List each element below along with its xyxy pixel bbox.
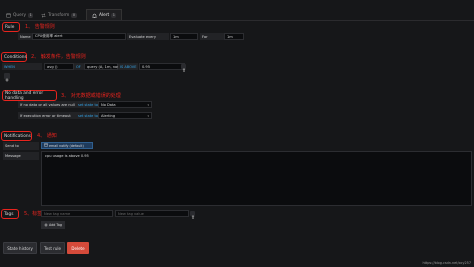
conditions-annotation: 2、 触发条件，告警规则 <box>31 54 86 60</box>
nodata-state-value: No Data <box>101 102 116 107</box>
notification-channel-chip[interactable]: email notify (default) <box>41 142 93 149</box>
condition-reducer-select[interactable]: avg () <box>44 63 74 70</box>
tab-transform-count: 0 <box>71 12 77 18</box>
nodata-state-select[interactable]: No Data ▾ <box>98 101 152 108</box>
evaluate-every-input[interactable]: 1m <box>170 33 198 40</box>
error-state-value: Alerting <box>101 113 116 118</box>
notification-channel-label: email notify (default) <box>49 143 84 148</box>
send-to-label: Send to <box>3 142 39 150</box>
conditions-section-label: Conditions <box>4 54 27 60</box>
tag-name-input[interactable]: New tag name <box>41 210 113 217</box>
tab-query-label: Query <box>13 12 27 18</box>
tags-section-label: Tags <box>4 211 14 217</box>
rule-name-input[interactable]: CPU使用率 alert <box>32 33 126 40</box>
envelope-icon <box>44 143 48 148</box>
tab-alert-count: 1 <box>111 13 117 18</box>
bell-icon <box>92 13 97 18</box>
tab-transform-label: Transform <box>48 12 70 18</box>
error-set-state-label: set state to <box>76 112 98 119</box>
transform-icon <box>41 12 46 18</box>
nodata-annotation: 3、 对无数据或错误的处理 <box>61 93 121 99</box>
error-state-select[interactable]: Alerting ▾ <box>98 112 152 119</box>
nodata-section-heading: No data and error handling <box>2 90 57 101</box>
database-icon <box>6 12 11 18</box>
test-rule-button[interactable]: Test rule <box>40 242 65 254</box>
for-input[interactable]: 1m <box>224 33 244 40</box>
message-textarea[interactable]: cpu usage is above 0.95 <box>41 151 472 206</box>
tags-annotation: 5、标签 <box>24 211 43 217</box>
remove-tag-button[interactable] <box>190 211 195 219</box>
rule-section-label: Rule <box>5 24 15 30</box>
condition-comparator-select[interactable]: IS ABOVE <box>118 63 138 70</box>
watermark: https://blog.csdn.net/xcy257 <box>422 261 471 265</box>
evaluate-every-label: Evaluate every <box>127 33 169 40</box>
notifications-annotation: 4、 通知 <box>37 133 57 139</box>
rule-section-heading: Rule <box>2 22 20 32</box>
add-tag-label: Add Tag <box>49 223 63 227</box>
nodata-section-label: No data and error handling <box>5 90 44 101</box>
for-label: For <box>200 33 224 40</box>
tags-section-heading: Tags <box>1 209 19 219</box>
plus-icon <box>5 67 9 86</box>
trash-icon <box>182 57 186 76</box>
rule-annotation: 1、 告警规则 <box>25 24 55 30</box>
trash-icon <box>191 204 195 223</box>
nodata-condition-label: If no data or all values are null <box>18 101 76 108</box>
tab-divider <box>0 20 474 21</box>
remove-condition-button[interactable] <box>181 64 186 72</box>
condition-query-select[interactable]: query (A, 1m, now) <box>84 63 122 70</box>
add-tag-button[interactable]: Add Tag <box>41 221 66 229</box>
state-history-button[interactable]: State history <box>3 242 37 254</box>
nodata-set-state-label: set state to <box>76 101 98 108</box>
tab-alert-label: Alert <box>99 13 110 18</box>
notifications-section-heading: Notifications <box>1 131 32 141</box>
delete-button[interactable]: Delete <box>67 242 89 254</box>
message-label: Message <box>3 152 39 160</box>
message-text: cpu usage is above 0.95 <box>45 154 89 158</box>
conditions-section-heading: Conditions <box>1 52 27 62</box>
error-condition-label: If execution error or timeout <box>18 112 76 119</box>
notifications-section-label: Notifications <box>4 133 31 139</box>
rule-name-label: Name <box>18 33 32 40</box>
chevron-down-icon: ▾ <box>147 102 149 107</box>
chevron-down-icon: ▾ <box>147 113 149 118</box>
condition-threshold-input[interactable]: 0.95 <box>139 63 185 70</box>
add-condition-button[interactable] <box>4 73 10 82</box>
condition-of-keyword: OF <box>74 63 84 70</box>
tab-query-count: 1 <box>28 12 34 18</box>
plus-icon <box>44 222 48 228</box>
tag-value-input[interactable]: New tag value <box>115 210 189 217</box>
